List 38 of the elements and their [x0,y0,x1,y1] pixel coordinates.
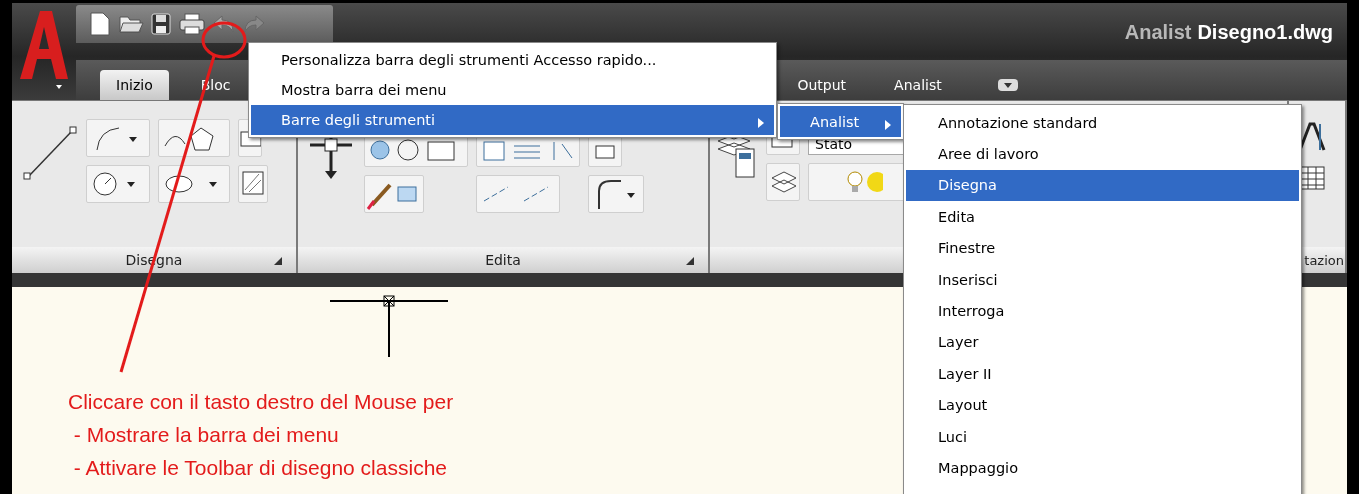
menu-item[interactable]: Inserisci [906,263,1299,296]
annotation-text: Cliccare con il tasto destro del Mouse per - Mostrare la barra dei menu - Attivare le Toolbar di disegno classiche [68,389,454,481]
open-folder-icon[interactable] [118,13,144,35]
panel-expander-icon[interactable] [686,257,694,265]
highlight-ring [201,21,247,59]
menu-item[interactable]: Analist [780,106,901,137]
panel-title: tazion [1304,252,1345,268]
menu-item[interactable]: Disegna [906,169,1299,202]
menu-item[interactable]: Edita [906,201,1299,233]
ribbon-tab[interactable]: Output [781,70,863,100]
menu-item[interactable]: Finestre [906,232,1299,264]
polygon-icon[interactable] [158,119,230,157]
menu-item[interactable]: Luci [906,420,1299,453]
menu-item[interactable]: Personalizza barra degli strumenti Accesso rapido... [251,45,774,75]
window-title: Analist Disegno1.dwg [1124,21,1333,44]
crosshair-cursor-icon [330,293,448,357]
print-icon[interactable] [178,12,206,36]
dropdown-caret-icon[interactable] [997,79,1018,91]
menu-item[interactable]: Interroga [906,295,1299,327]
fillet-icon[interactable] [588,175,644,213]
erase-brush-icon[interactable] [364,175,424,213]
menu-item[interactable]: Mappaggio [906,452,1299,484]
polyline-icon[interactable] [86,119,150,157]
ribbon-tab[interactable]: Inizio [100,70,169,100]
layer-stack-icon[interactable] [766,163,800,201]
panel-expander-icon[interactable] [274,257,282,265]
panel-title: Edita [485,252,521,268]
new-file-icon[interactable] [88,11,112,37]
hatch-icon[interactable] [238,165,268,203]
menu-item[interactable]: Mostra barra dei menu [251,75,774,105]
menu-item[interactable]: Layer II [906,358,1299,390]
save-icon[interactable] [150,12,172,36]
menu-item[interactable]: Layer [906,326,1299,359]
ribbon-tab[interactable]: Analist [878,70,958,100]
menu-item[interactable]: Layout [906,389,1299,421]
menu-item[interactable]: Barre degli strumenti [251,105,774,135]
menu-item[interactable]: Annotazione standard [906,107,1299,139]
menu-item[interactable]: Aree di lavoro [906,138,1299,170]
